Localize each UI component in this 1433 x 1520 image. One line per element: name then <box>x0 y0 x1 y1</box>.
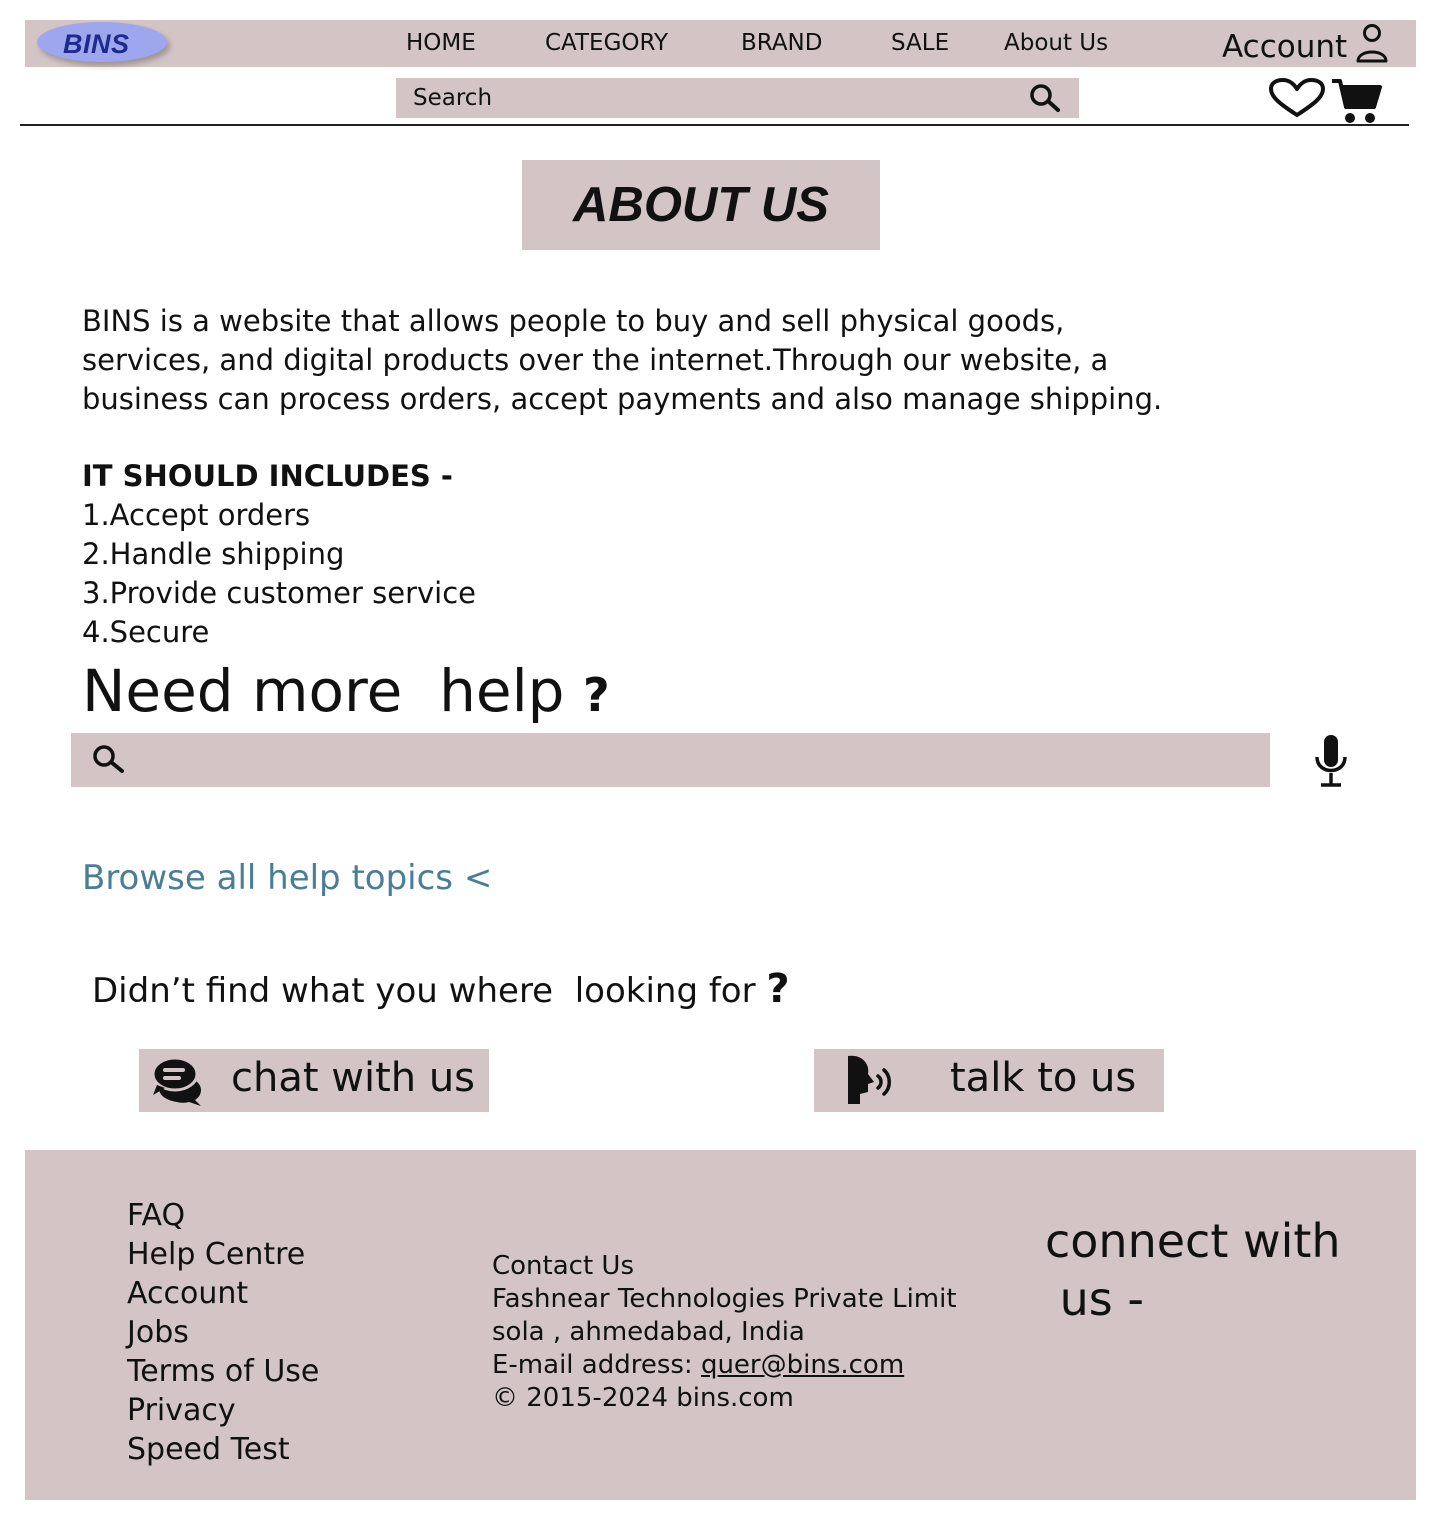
nav-brand[interactable]: BRAND <box>741 30 822 56</box>
footer-link-speed-test[interactable]: Speed Test <box>127 1430 290 1469</box>
nav-about-us[interactable]: About Us <box>1004 30 1108 56</box>
browse-help-topics-link[interactable]: Browse all help topics < <box>82 858 492 898</box>
help-search-bar <box>71 733 1270 787</box>
includes-item: 4.Secure <box>82 615 210 649</box>
company-name: Fashnear Technologies Private Limit <box>492 1284 957 1314</box>
footer-link-help-centre[interactable]: Help Centre <box>127 1235 305 1274</box>
search-bar <box>396 78 1079 118</box>
chat-bubbles-icon <box>151 1056 201 1106</box>
top-navbar: BINS HOME CATEGORY BRAND SALE About Us A… <box>25 20 1416 67</box>
logo-text: BINS <box>63 29 130 59</box>
includes-item: 3.Provide customer service <box>82 576 477 610</box>
account-button[interactable]: Account <box>1222 20 1389 67</box>
not-found-text: Didn’t find what you where looking for <box>92 971 767 1011</box>
includes-heading: IT SHOULD INCLUDES - <box>82 459 453 493</box>
account-label: Account <box>1222 28 1348 65</box>
footer-link-jobs[interactable]: Jobs <box>127 1313 189 1352</box>
chat-with-us-button[interactable]: chat with us <box>139 1049 489 1112</box>
footer-link-terms[interactable]: Terms of Use <box>127 1352 319 1391</box>
help-heading-text: Need more help <box>82 657 565 725</box>
nav-sale[interactable]: SALE <box>891 30 949 56</box>
includes-item: 2.Handle shipping <box>82 537 345 571</box>
talk-to-us-button[interactable]: talk to us <box>814 1049 1164 1112</box>
company-address: sola , ahmedabad, India <box>492 1317 805 1347</box>
search-icon[interactable] <box>91 743 127 775</box>
about-description: BINS is a website that allows people to … <box>82 304 1163 416</box>
email-label: E-mail address: <box>492 1350 701 1380</box>
footer-link-faq[interactable]: FAQ <box>127 1196 185 1235</box>
not-found-prompt: Didn’t find what you where looking for ? <box>92 966 790 1012</box>
header-divider <box>20 124 1409 126</box>
help-search-input[interactable] <box>141 733 1251 787</box>
microphone-icon[interactable] <box>1312 733 1350 789</box>
nav-category[interactable]: CATEGORY <box>545 30 668 56</box>
need-more-help-heading: Need more help ? <box>82 656 610 730</box>
includes-item: 1.Accept orders <box>82 498 311 532</box>
bins-logo[interactable]: BINS <box>37 22 167 62</box>
footer-link-account[interactable]: Account <box>127 1274 248 1313</box>
copyright: © 2015-2024 bins.com <box>492 1383 794 1413</box>
email-line: E-mail address: quer@bins.com <box>492 1349 904 1382</box>
question-mark: ? <box>582 668 610 722</box>
contact-heading: Contact Us <box>492 1251 634 1281</box>
nav-home[interactable]: HOME <box>406 30 476 56</box>
page-title: ABOUT US <box>573 178 829 232</box>
connect-with-us-heading: connect with us - <box>1045 1214 1341 1326</box>
about-us-banner: ABOUT US <box>522 160 880 250</box>
search-icon[interactable] <box>1028 83 1062 113</box>
cart-icon[interactable] <box>1330 77 1382 125</box>
speaking-head-icon <box>848 1055 891 1104</box>
talk-label: talk to us <box>950 1055 1137 1101</box>
email-link[interactable]: quer@bins.com <box>701 1350 904 1380</box>
user-icon <box>1356 23 1388 62</box>
wishlist-heart-icon[interactable] <box>1268 78 1326 118</box>
footer-link-privacy[interactable]: Privacy <box>127 1391 236 1430</box>
question-mark: ? <box>766 966 790 1012</box>
chat-label: chat with us <box>231 1055 476 1101</box>
search-input[interactable] <box>396 78 1016 118</box>
